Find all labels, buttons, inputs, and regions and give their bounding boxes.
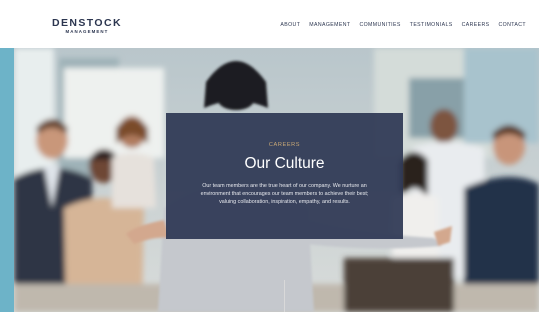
nav-item-management[interactable]: MANAGEMENT <box>309 22 350 28</box>
side-accent-bar <box>0 0 14 312</box>
brand-name: DENSTOCK <box>52 17 122 29</box>
main-nav: ABOUT MANAGEMENT COMMUNITIES TESTIMONIAL… <box>280 22 526 28</box>
scroll-indicator-line <box>284 280 285 312</box>
hero-eyebrow: CAREERS <box>268 142 301 148</box>
hero-title: Our Culture <box>244 155 325 172</box>
site-header: DENSTOCK MANAGEMENT ABOUT MANAGEMENT COM… <box>14 0 539 48</box>
nav-item-careers[interactable]: CAREERS <box>462 22 490 28</box>
hero-section: CAREERS Our Culture Our team members are… <box>14 48 539 312</box>
nav-item-about[interactable]: ABOUT <box>280 22 300 28</box>
nav-item-contact[interactable]: CONTACT <box>499 22 527 28</box>
side-accent-bar-gap <box>0 0 14 48</box>
hero-content-panel: CAREERS Our Culture Our team members are… <box>166 113 403 239</box>
brand-subtitle: MANAGEMENT <box>65 29 109 34</box>
nav-item-communities[interactable]: COMMUNITIES <box>359 22 400 28</box>
hero-description: Our team members are the true heart of o… <box>200 183 369 206</box>
brand-logo[interactable]: DENSTOCK MANAGEMENT <box>52 18 122 35</box>
nav-item-testimonials[interactable]: TESTIMONIALS <box>410 22 453 28</box>
